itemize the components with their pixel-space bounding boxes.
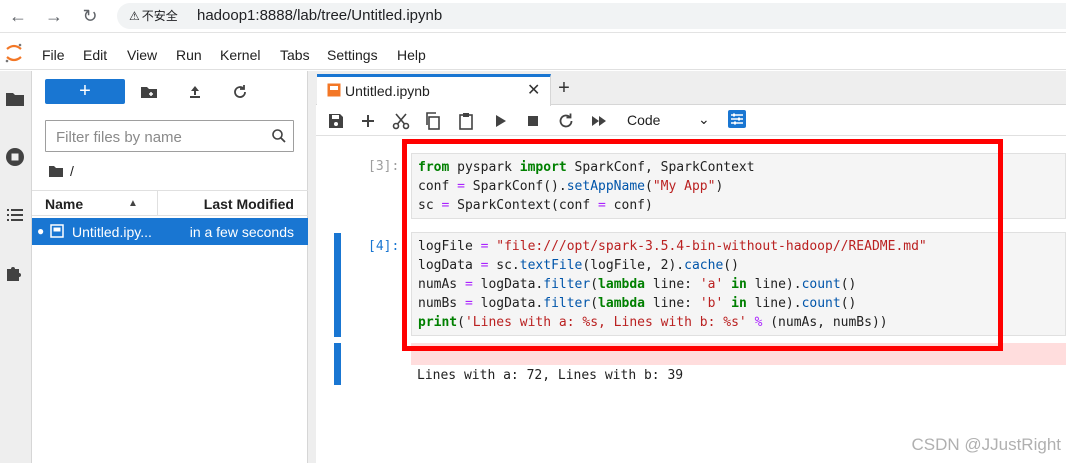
menu-file[interactable]: File [42, 47, 65, 63]
input-collapser[interactable] [334, 233, 341, 337]
upload-icon[interactable] [186, 83, 204, 101]
stop-circle-icon[interactable] [3, 145, 27, 169]
warning-icon: ⚠ [129, 9, 140, 23]
code-line: logData = sc.textFile(logFile, 2).cache(… [418, 258, 739, 273]
cell-output: Lines with a: 72, Lines with b: 39 [417, 368, 684, 383]
close-icon[interactable]: ✕ [527, 80, 540, 100]
activity-bar [0, 71, 32, 463]
search-icon [272, 129, 286, 143]
notebook-toolbar: Code ⌄ [316, 106, 1066, 136]
code-line: from pyspark import SparkConf, SparkCont… [418, 160, 755, 175]
menu-settings[interactable]: Settings [327, 47, 378, 63]
main-area: Untitled.ipynb ✕ + Code ⌄ [3]: from pysp… [316, 71, 1066, 463]
tab-bar: Untitled.ipynb ✕ + [316, 71, 1066, 106]
copy-icon[interactable] [423, 111, 443, 131]
notebook-icon [327, 83, 341, 97]
chevron-down-icon[interactable]: ⌄ [698, 111, 710, 128]
run-icon[interactable] [490, 111, 510, 131]
code-cell-editor[interactable]: logFile = "file:///opt/spark-3.5.4-bin-w… [411, 232, 1066, 336]
code-cell-editor[interactable]: from pyspark import SparkConf, SparkCont… [411, 153, 1066, 219]
fast-forward-icon[interactable] [589, 111, 609, 131]
cell-prompt: [3]: [368, 159, 400, 174]
save-icon[interactable] [326, 111, 346, 131]
code-line: logFile = "file:///opt/spark-3.5.4-bin-w… [418, 239, 927, 254]
panel-splitter[interactable] [308, 71, 316, 463]
property-inspector-icon[interactable] [728, 110, 746, 128]
column-divider[interactable] [157, 191, 158, 216]
file-modified: in a few seconds [189, 224, 294, 240]
reload-icon[interactable]: ↻ [80, 6, 100, 26]
watermark: CSDN @JJustRight [911, 435, 1061, 454]
running-indicator-icon: ● [37, 224, 45, 238]
file-browser: + / Name ▲ Last Modified ● Untitled.ipy.… [32, 71, 308, 463]
menu-kernel[interactable]: Kernel [220, 47, 260, 63]
browser-toolbar: ← → ↻ ⚠ 不安全 hadoop1:8888/lab/tree/Untitle… [0, 0, 1066, 33]
file-list-header: Name ▲ Last Modified [32, 190, 308, 216]
breadcrumb-root[interactable]: / [70, 163, 74, 179]
new-launcher-button[interactable]: + [45, 79, 125, 104]
puzzle-icon[interactable] [3, 261, 27, 285]
filter-input[interactable] [56, 127, 256, 147]
paste-icon[interactable] [456, 111, 476, 131]
menu-tabs[interactable]: Tabs [280, 47, 310, 63]
notebook-panel: [3]: from pyspark import SparkConf, Spar… [316, 137, 1066, 463]
arrow-right-icon[interactable]: → [44, 6, 64, 26]
code-line: numBs = logData.filter(lambda line: 'b' … [418, 296, 857, 311]
column-last-modified[interactable]: Last Modified [204, 196, 294, 212]
code-line: print('Lines with a: %s, Lines with b: %… [418, 315, 888, 330]
menu-run[interactable]: Run [176, 47, 202, 63]
menu-help[interactable]: Help [397, 47, 426, 63]
jupyter-logo-icon [5, 43, 22, 63]
tab-notebook[interactable]: Untitled.ipynb ✕ [317, 74, 551, 106]
restart-icon[interactable] [556, 111, 576, 131]
security-indicator[interactable]: ⚠ 不安全 [125, 7, 184, 25]
list-icon[interactable] [3, 203, 27, 227]
refresh-icon[interactable] [231, 83, 249, 101]
new-folder-icon[interactable] [140, 83, 158, 101]
menu-view[interactable]: View [127, 47, 157, 63]
arrow-left-icon[interactable]: ← [8, 6, 28, 26]
cell-type-select[interactable]: Code [627, 112, 660, 128]
column-name[interactable]: Name [45, 196, 83, 212]
file-name[interactable]: Untitled.ipy... [72, 224, 152, 240]
address-bar[interactable]: ⚠ 不安全 hadoop1:8888/lab/tree/Untitled.ipyn… [117, 3, 1066, 29]
file-filter [45, 120, 294, 152]
code-line: numAs = logData.filter(lambda line: 'a' … [418, 277, 857, 292]
tab-label: Untitled.ipynb [345, 83, 430, 99]
output-collapser[interactable] [334, 343, 341, 385]
new-tab-button[interactable]: + [552, 77, 576, 101]
folder-icon[interactable] [48, 164, 64, 178]
cut-icon[interactable] [391, 111, 411, 131]
menu-edit[interactable]: Edit [83, 47, 107, 63]
file-row[interactable]: ● Untitled.ipy... in a few seconds [32, 218, 308, 245]
stderr-output [411, 343, 1066, 365]
folder-icon[interactable] [3, 87, 27, 111]
cell-prompt: [4]: [368, 239, 400, 254]
notebook-icon [50, 224, 64, 238]
add-cell-icon[interactable] [358, 111, 378, 131]
menu-bar: File Edit View Run Kernel Tabs Settings … [0, 38, 1066, 70]
stop-icon[interactable] [523, 111, 543, 131]
code-line: conf = SparkConf().setAppName("My App") [418, 179, 724, 194]
code-line: sc = SparkContext(conf = conf) [418, 198, 653, 213]
sort-ascending-icon: ▲ [128, 198, 138, 209]
url-text[interactable]: hadoop1:8888/lab/tree/Untitled.ipynb [197, 7, 442, 25]
